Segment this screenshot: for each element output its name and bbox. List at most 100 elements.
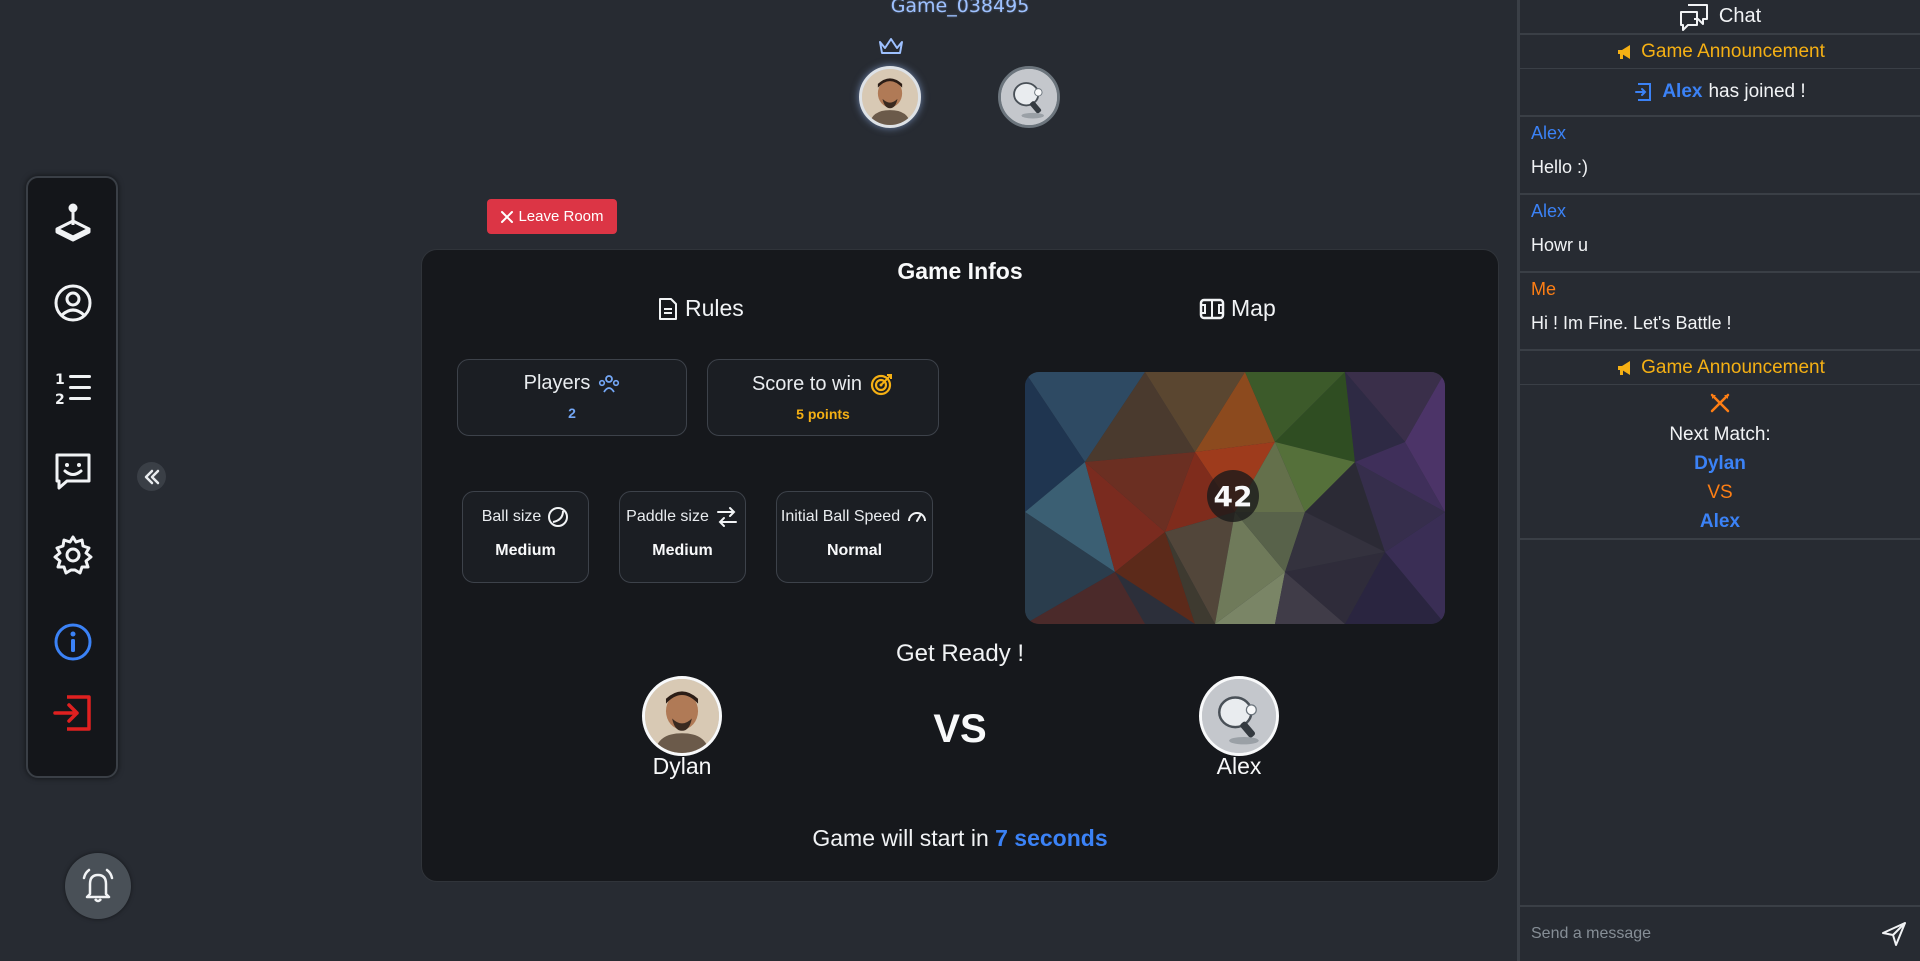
map-preview[interactable]: 42 bbox=[1025, 372, 1445, 624]
chat-smile-icon bbox=[55, 453, 91, 490]
chat-title: Chat bbox=[1718, 5, 1762, 27]
versus-label: VS bbox=[933, 707, 987, 751]
person-photo-icon bbox=[862, 69, 918, 125]
bell-icon bbox=[82, 868, 114, 903]
player2-name: Alex bbox=[1216, 753, 1262, 779]
next-match-player1: Dylan bbox=[1694, 453, 1746, 474]
host-avatar[interactable] bbox=[859, 66, 921, 128]
map-field-icon bbox=[1199, 298, 1225, 319]
megaphone-icon bbox=[1618, 44, 1631, 59]
speedometer-icon bbox=[908, 512, 927, 522]
map-logo: 42 bbox=[1214, 480, 1253, 513]
info-icon bbox=[54, 623, 92, 661]
chat-message: Alex Hello :) bbox=[1520, 117, 1920, 195]
next-match-title: Next Match: bbox=[1669, 424, 1771, 445]
panel-title: Game Infos bbox=[897, 258, 1023, 284]
sidebar-item-info[interactable] bbox=[48, 617, 98, 667]
sidebar-item-logout[interactable] bbox=[48, 688, 98, 738]
sidebar-item-game[interactable] bbox=[48, 196, 98, 246]
player1-name: Dylan bbox=[652, 753, 712, 779]
message-input[interactable] bbox=[1531, 925, 1879, 943]
countdown: Game will start in 7 seconds bbox=[422, 825, 1498, 852]
players-card: Players 2 bbox=[457, 359, 687, 436]
score-label: Score to win bbox=[751, 372, 863, 395]
announcement-label: Game Announcement bbox=[1641, 356, 1825, 378]
leave-room-button[interactable]: Leave Room bbox=[487, 199, 617, 234]
opponent-avatar[interactable] bbox=[998, 66, 1060, 128]
players-label: Players bbox=[523, 372, 591, 394]
paddle-size-value: Medium bbox=[652, 542, 713, 559]
ball-speed-value: Normal bbox=[826, 542, 883, 559]
chat-input-bar bbox=[1520, 905, 1920, 961]
leave-room-label: Leave Room bbox=[518, 208, 604, 225]
send-button[interactable] bbox=[1879, 919, 1909, 949]
door-enter-icon bbox=[1635, 83, 1652, 101]
room-name: Game_038495 bbox=[890, 0, 1030, 17]
announcement-label: Game Announcement bbox=[1641, 40, 1825, 62]
close-icon bbox=[501, 210, 514, 223]
chat-message: Me Hi ! Im Fine. Let's Battle ! bbox=[1520, 273, 1920, 351]
ping-pong-icon bbox=[1202, 679, 1276, 753]
announcement-header: Game Announcement bbox=[1520, 35, 1920, 69]
joystick-icon bbox=[55, 203, 91, 242]
document-icon bbox=[659, 297, 677, 320]
join-text: has joined ! bbox=[1708, 81, 1806, 102]
ball-icon bbox=[548, 507, 569, 527]
ping-pong-icon bbox=[1001, 69, 1057, 125]
score-value: 5 points bbox=[796, 406, 850, 422]
message-author: Me bbox=[1531, 279, 1557, 299]
ball-speed-label: Initial Ball Speed bbox=[780, 508, 901, 525]
user-circle-icon bbox=[54, 284, 92, 322]
rules-heading: Rules bbox=[657, 295, 744, 322]
svg-text:2: 2 bbox=[55, 392, 65, 408]
send-icon bbox=[1882, 922, 1906, 946]
ball-size-value: Medium bbox=[495, 542, 556, 559]
svg-text:1: 1 bbox=[55, 372, 65, 388]
countdown-value: 7 seconds bbox=[995, 825, 1108, 851]
game-info-panel: Game Infos Rules Map Players 2 Score to … bbox=[421, 249, 1499, 882]
logout-icon bbox=[53, 695, 91, 731]
collapse-sidebar-button[interactable] bbox=[137, 462, 166, 491]
sidebar-item-leaderboard[interactable]: 1 2 bbox=[48, 363, 98, 413]
sidebar: 1 2 bbox=[26, 176, 118, 778]
notifications-button[interactable] bbox=[65, 853, 131, 919]
sidebar-item-profile[interactable] bbox=[48, 278, 98, 328]
message-text: Hi ! Im Fine. Let's Battle ! bbox=[1531, 313, 1732, 333]
join-user: Alex bbox=[1662, 81, 1703, 102]
paddle-size-label: Paddle size bbox=[626, 508, 709, 525]
message-text: Howr u bbox=[1531, 235, 1589, 255]
ball-size-label: Ball size bbox=[481, 508, 542, 525]
resize-arrows-icon bbox=[716, 507, 737, 527]
next-match-notice: Next Match: Dylan VS Alex bbox=[1520, 385, 1920, 540]
message-text: Hello :) bbox=[1531, 157, 1589, 177]
score-card: Score to win 5 points bbox=[707, 359, 939, 436]
chat-bubbles-icon bbox=[1679, 3, 1708, 31]
next-match-player2: Alex bbox=[1699, 511, 1741, 532]
player2-avatar[interactable] bbox=[1199, 676, 1279, 756]
paddle-size-card: Paddle size Medium bbox=[619, 491, 746, 583]
message-author: Alex bbox=[1531, 123, 1567, 143]
players-value: 2 bbox=[568, 405, 576, 421]
countdown-prefix: Game will start in bbox=[812, 825, 989, 851]
crown-icon bbox=[879, 38, 903, 54]
ordered-list-icon: 1 2 bbox=[55, 372, 91, 408]
join-notice: Alex has joined ! bbox=[1520, 69, 1920, 117]
users-icon bbox=[599, 374, 620, 393]
polygon-map-image: 42 bbox=[1025, 372, 1445, 624]
map-label: Map bbox=[1231, 295, 1276, 321]
map-heading: Map bbox=[1199, 295, 1276, 322]
next-match-vs: VS bbox=[1707, 482, 1733, 503]
announcement-header: Game Announcement bbox=[1520, 351, 1920, 385]
rules-label: Rules bbox=[685, 295, 744, 321]
double-chevron-left-icon bbox=[144, 469, 159, 484]
ready-text: Get Ready ! bbox=[895, 640, 1025, 667]
crossed-swords-icon bbox=[1710, 393, 1730, 413]
megaphone-icon bbox=[1618, 360, 1631, 375]
ball-size-card: Ball size Medium bbox=[462, 491, 589, 583]
sidebar-item-settings[interactable] bbox=[48, 530, 98, 580]
sidebar-item-chat[interactable] bbox=[48, 446, 98, 496]
chat-header: Chat bbox=[1520, 0, 1920, 35]
chat-message: Alex Howr u bbox=[1520, 195, 1920, 273]
target-icon bbox=[870, 374, 893, 396]
chat-panel: Chat Game Announcement Alex has joined !… bbox=[1517, 0, 1920, 961]
